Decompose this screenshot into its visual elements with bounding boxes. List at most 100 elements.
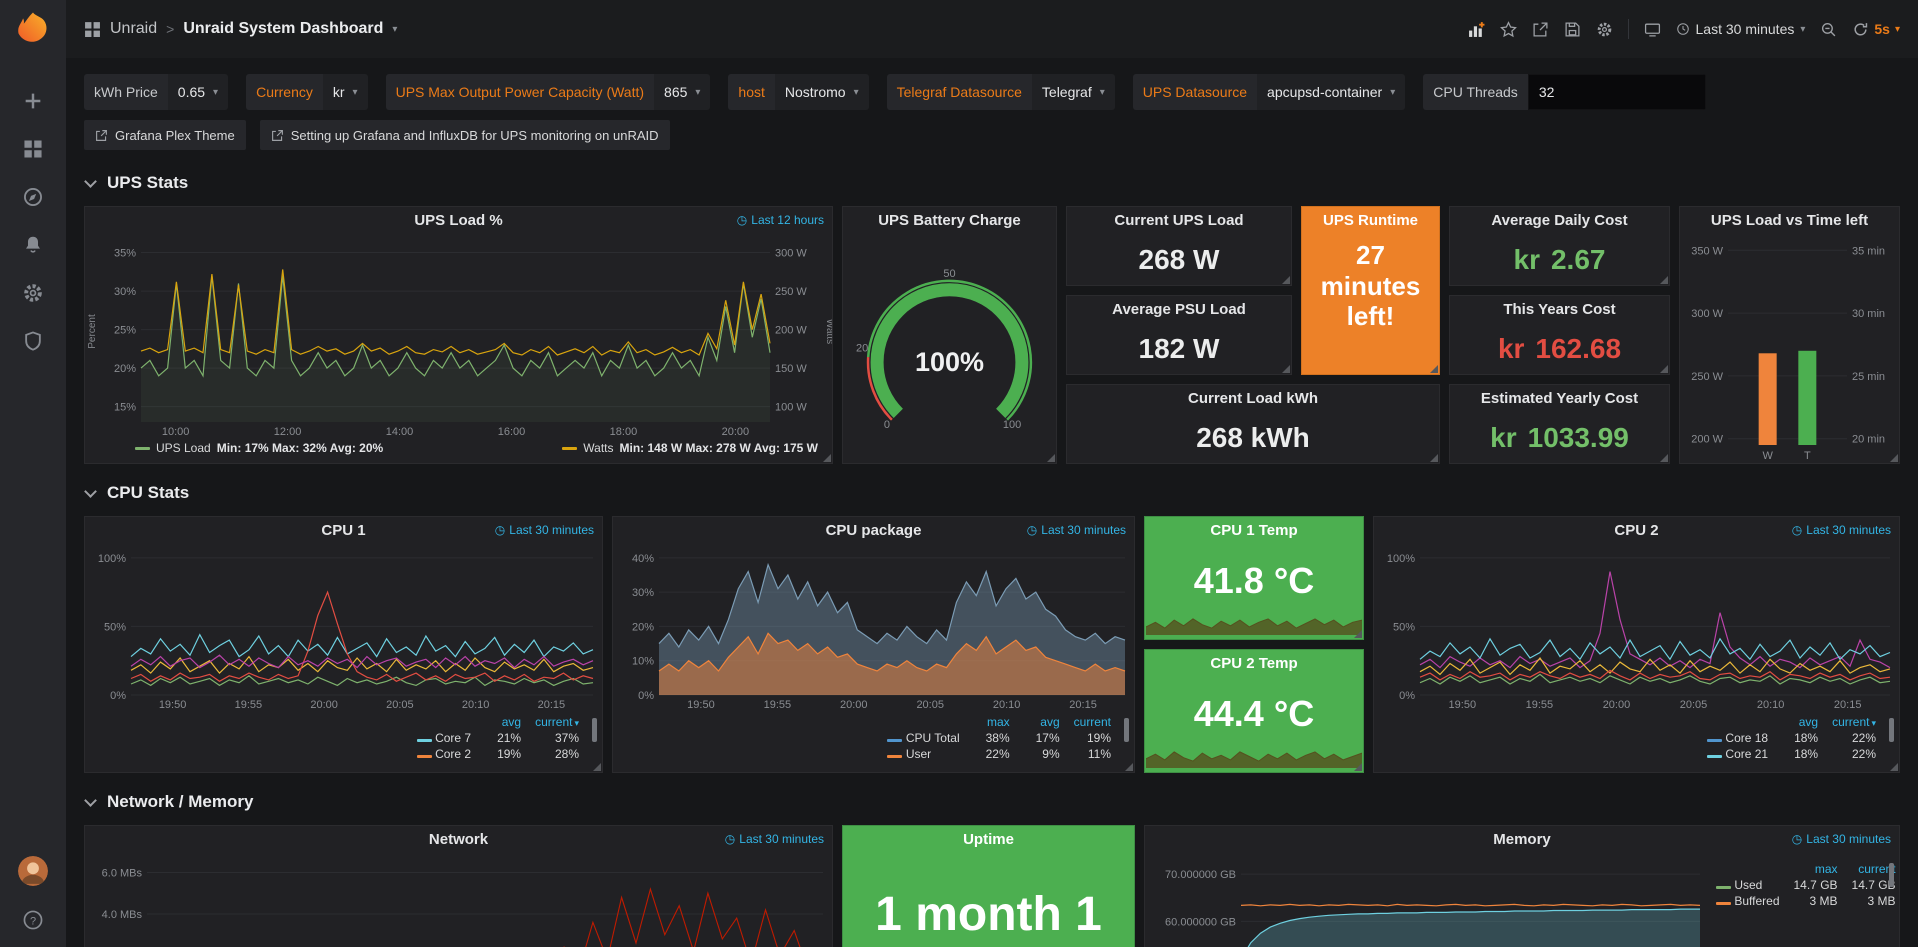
dashboard-link[interactable]: Setting up Grafana and InfluxDB for UPS …	[260, 120, 670, 150]
chart-legend: maxavgcurrent CPU Total38%17%19% User22%…	[613, 712, 1134, 772]
panel-title[interactable]: Memory	[1493, 831, 1551, 848]
zoom-out-icon[interactable]	[1820, 21, 1837, 38]
panel-title[interactable]: Estimated Yearly Cost	[1481, 390, 1638, 407]
section-header-netmem[interactable]: Network / Memory	[84, 787, 1900, 817]
cpu-threads-input[interactable]	[1528, 74, 1706, 110]
panel-title[interactable]: This Years Cost	[1503, 301, 1615, 318]
help-icon[interactable]: ?	[22, 909, 44, 931]
add-panel-icon[interactable]	[1468, 21, 1485, 38]
divider	[1628, 19, 1629, 39]
panel-title[interactable]: UPS Load vs Time left	[1711, 212, 1868, 229]
panel-title[interactable]: CPU 2 Temp	[1210, 655, 1297, 672]
legend-series[interactable]: CPU Total	[880, 730, 966, 746]
star-icon[interactable]	[1500, 21, 1517, 38]
apps-grid-icon[interactable]	[84, 21, 101, 38]
variable-value-dropdown[interactable]: 865▾	[654, 74, 710, 110]
panel-title[interactable]: CPU 2	[1614, 522, 1658, 539]
legend-scrollbar[interactable]	[1889, 863, 1894, 911]
panel-title[interactable]: Current UPS Load	[1114, 212, 1243, 229]
chart-legend: avgcurrent▾ Core 1818%22% Core 2118%22%	[1374, 712, 1899, 772]
dashboards-icon[interactable]	[22, 138, 44, 160]
dashboard-settings-gear-icon[interactable]	[1596, 21, 1613, 38]
save-icon[interactable]	[1564, 21, 1581, 38]
panel-title[interactable]: Average PSU Load	[1112, 301, 1246, 318]
time-range-picker[interactable]: Last 30 minutes ▾	[1676, 21, 1806, 37]
legend-sort-avg[interactable]: avg	[478, 714, 528, 730]
cycle-view-monitor-icon[interactable]	[1644, 21, 1661, 38]
cpu2-chart[interactable]: 0%50%100%19:5019:5520:0020:0520:1020:15	[1374, 544, 1899, 712]
svg-text:20 min: 20 min	[1852, 434, 1885, 446]
chevron-down-icon[interactable]: ▾	[392, 24, 397, 35]
refresh-control[interactable]: 5s ▾	[1852, 21, 1900, 38]
legend-series[interactable]: Core 18	[1700, 730, 1775, 746]
chevron-down-icon: ▾	[1800, 24, 1805, 35]
grafana-logo[interactable]	[12, 9, 54, 51]
explore-compass-icon[interactable]	[22, 186, 44, 208]
legend-sort-avg[interactable]: avg	[1775, 714, 1825, 730]
legend-sort-current[interactable]: current▾	[528, 714, 586, 730]
panel-title[interactable]: Current Load kWh	[1188, 390, 1318, 407]
battery-gauge[interactable]: 02050100100%	[843, 234, 1056, 463]
panel-title[interactable]: CPU 1	[321, 522, 365, 539]
cpu1-chart[interactable]: 0%50%100%19:5019:5520:0020:0520:1020:15	[85, 544, 602, 712]
panel-title[interactable]: Uptime	[963, 831, 1014, 848]
panel-title[interactable]: Network	[429, 831, 488, 848]
legend-series[interactable]: Buffered	[1709, 893, 1787, 909]
dashboard-title[interactable]: Unraid System Dashboard	[183, 20, 383, 38]
legend-series[interactable]: Core 7	[410, 730, 478, 746]
ups-load-chart[interactable]: 15%20%25%30%35%100 W150 W200 W250 W300 W…	[85, 234, 832, 439]
refresh-icon[interactable]	[1852, 21, 1869, 38]
chevron-down-icon[interactable]: ▾	[1895, 24, 1900, 35]
dashboard-link[interactable]: Grafana Plex Theme	[84, 120, 246, 150]
legend-sort-current[interactable]: current	[1067, 714, 1118, 730]
configuration-gear-icon[interactable]	[22, 282, 44, 304]
panel-title[interactable]: UPS Battery Charge	[878, 212, 1021, 229]
legend-scrollbar[interactable]	[1124, 718, 1129, 766]
cpu-package-chart[interactable]: 0%10%20%30%40%19:5019:5520:0020:0520:102…	[613, 544, 1134, 712]
section-header-cpu[interactable]: CPU Stats	[84, 478, 1900, 508]
svg-text:0%: 0%	[638, 690, 654, 702]
legend-scrollbar[interactable]	[592, 718, 597, 766]
panel-title[interactable]: UPS Load %	[414, 212, 502, 229]
legend-sort-current[interactable]: current▾	[1825, 714, 1883, 730]
svg-text:250 W: 250 W	[1691, 371, 1723, 383]
legend-series[interactable]: UPS Load	[156, 441, 211, 455]
memory-chart[interactable]: 50.000000 GB60.000000 GB70.000000 GB19:5…	[1145, 853, 1709, 947]
panel-title[interactable]: UPS Runtime	[1323, 212, 1418, 229]
panel-time-override: ◷Last 30 minutes	[1792, 832, 1891, 846]
svg-text:19:55: 19:55	[1526, 699, 1554, 711]
panel-this-years-cost: This Years Cost kr162.68	[1449, 295, 1670, 375]
variable-ups-max-power: UPS Max Output Power Capacity (Watt) 865…	[386, 74, 711, 110]
network-chart[interactable]: 2.0 MBs4.0 MBs6.0 MBs19:5019:5520:0020:0…	[85, 853, 832, 947]
refresh-interval-label[interactable]: 5s	[1874, 21, 1890, 37]
share-icon[interactable]	[1532, 21, 1549, 38]
legend-series[interactable]: Watts	[583, 441, 613, 455]
variable-value-dropdown[interactable]: kr▾	[323, 74, 368, 110]
legend-scrollbar[interactable]	[1889, 718, 1894, 766]
legend-sort-avg[interactable]: avg	[1017, 714, 1067, 730]
legend-sort-max[interactable]: max	[967, 714, 1017, 730]
breadcrumb-folder[interactable]: Unraid	[110, 20, 157, 38]
variable-value-dropdown[interactable]: 0.65▾	[168, 74, 228, 110]
svg-text:20:15: 20:15	[538, 699, 566, 711]
legend-series[interactable]: User	[880, 746, 966, 762]
legend-series[interactable]: Core 2	[410, 746, 478, 762]
alerting-bell-icon[interactable]	[22, 234, 44, 256]
legend-sort-max[interactable]: max	[1787, 861, 1845, 877]
variable-value-dropdown[interactable]: apcupsd-container▾	[1257, 74, 1405, 110]
variable-value-dropdown[interactable]: Telegraf▾	[1032, 74, 1115, 110]
variable-host: host Nostromo▾	[728, 74, 868, 110]
svg-text:100%: 100%	[915, 347, 984, 377]
external-link-icon	[95, 129, 108, 142]
panel-title[interactable]: CPU 1 Temp	[1210, 522, 1297, 539]
panel-title[interactable]: Average Daily Cost	[1491, 212, 1627, 229]
legend-series[interactable]: Used	[1709, 877, 1787, 893]
variable-value-dropdown[interactable]: Nostromo▾	[775, 74, 869, 110]
legend-series[interactable]: Core 21	[1700, 746, 1775, 762]
user-avatar[interactable]	[18, 856, 48, 886]
section-header-ups[interactable]: UPS Stats	[84, 168, 1900, 198]
add-icon[interactable]	[22, 90, 44, 112]
ups-load-vs-time-bar-chart[interactable]: 200 W250 W300 W350 W20 min25 min30 min35…	[1680, 234, 1899, 463]
panel-title[interactable]: CPU package	[826, 522, 922, 539]
security-shield-icon[interactable]	[22, 330, 44, 352]
